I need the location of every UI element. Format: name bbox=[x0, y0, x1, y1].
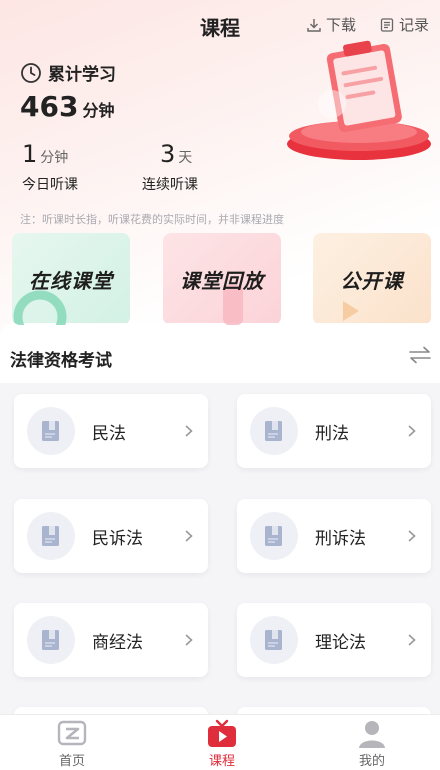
study-total-unit: 分钟 bbox=[82, 101, 115, 120]
subject-icon-wrap bbox=[250, 616, 298, 664]
book-icon bbox=[265, 630, 282, 650]
streak-unit: 天 bbox=[178, 150, 193, 166]
online-class-card[interactable]: 在线课堂 bbox=[12, 233, 130, 325]
subject-name: 理论法 bbox=[315, 632, 366, 653]
subject-criminal-procedure[interactable]: 刑诉法 bbox=[237, 499, 431, 573]
today-listen-stat: 1 分钟 今日听课 bbox=[22, 140, 78, 194]
book-icon bbox=[42, 630, 59, 650]
subject-icon-wrap bbox=[27, 512, 75, 560]
record-button[interactable]: 记录 bbox=[379, 14, 429, 35]
book-icon bbox=[265, 526, 282, 546]
download-icon bbox=[307, 18, 321, 32]
replay-label: 课堂回放 bbox=[180, 268, 264, 293]
course-type-cards: 在线课堂 课堂回放 公开课 bbox=[0, 233, 440, 325]
bottom-tab-bar: 首页 课程 我的 bbox=[0, 714, 440, 770]
streak-value: 3 bbox=[160, 140, 176, 168]
listen-time-note: 注：听课时长指，听课花费的实际时间，并非课程进度 bbox=[20, 213, 284, 226]
subject-icon-wrap bbox=[250, 512, 298, 560]
subject-icon-wrap bbox=[27, 407, 75, 455]
exam-panel: 法律资格考试 民法 刑法 民诉法 刑诉法 商经法 理论法 bbox=[0, 323, 440, 723]
home-logo-icon bbox=[57, 720, 87, 746]
today-value: 1 bbox=[22, 140, 38, 168]
subject-name: 刑法 bbox=[315, 423, 349, 444]
download-button[interactable]: 下载 bbox=[306, 14, 356, 35]
subject-icon-wrap bbox=[27, 616, 75, 664]
study-total: 463 分钟 bbox=[20, 90, 114, 123]
person-icon bbox=[359, 721, 385, 748]
chevron-right-icon bbox=[408, 425, 416, 437]
online-class-label: 在线课堂 bbox=[29, 268, 113, 293]
exam-panel-header: 法律资格考试 bbox=[0, 323, 440, 383]
subject-name: 商经法 bbox=[92, 632, 143, 653]
chevron-right-icon bbox=[408, 530, 416, 542]
chevron-right-icon bbox=[408, 634, 416, 646]
public-class-label: 公开课 bbox=[340, 268, 404, 293]
switch-icon[interactable] bbox=[408, 346, 432, 364]
today-unit: 分钟 bbox=[40, 150, 69, 166]
clipboard-illustration bbox=[287, 40, 431, 160]
tv-icon bbox=[208, 719, 236, 747]
study-total-title: 累计学习 bbox=[20, 60, 116, 85]
subject-icon-wrap bbox=[250, 407, 298, 455]
subject-civil-law[interactable]: 民法 bbox=[14, 394, 208, 468]
tab-home-label: 首页 bbox=[58, 754, 85, 769]
book-icon bbox=[265, 421, 282, 441]
tab-course[interactable]: 课程 bbox=[172, 715, 272, 770]
subject-name: 民法 bbox=[92, 423, 126, 444]
subject-commercial-economic-law[interactable]: 商经法 bbox=[14, 603, 208, 677]
today-label: 今日听课 bbox=[22, 177, 78, 193]
subject-civil-procedure[interactable]: 民诉法 bbox=[14, 499, 208, 573]
study-total-label: 累计学习 bbox=[48, 65, 116, 85]
book-icon bbox=[42, 526, 59, 546]
public-class-card[interactable]: 公开课 bbox=[313, 233, 431, 325]
subject-name: 民诉法 bbox=[92, 528, 143, 549]
replay-card[interactable]: 课堂回放 bbox=[163, 233, 281, 325]
record-icon bbox=[380, 17, 394, 32]
tab-mine[interactable]: 我的 bbox=[322, 715, 422, 770]
study-total-value: 463 bbox=[20, 90, 79, 123]
book-icon bbox=[42, 421, 59, 441]
tab-home[interactable]: 首页 bbox=[22, 715, 122, 770]
chevron-right-icon bbox=[185, 530, 193, 542]
streak-stat: 3 天 连续听课 bbox=[142, 140, 198, 194]
streak-label: 连续听课 bbox=[142, 177, 198, 193]
subject-criminal-law[interactable]: 刑法 bbox=[237, 394, 431, 468]
tab-course-label: 课程 bbox=[208, 754, 235, 769]
clock-icon bbox=[21, 62, 41, 83]
exam-title: 法律资格考试 bbox=[10, 351, 112, 371]
chevron-right-icon bbox=[185, 634, 193, 646]
chevron-right-icon bbox=[185, 425, 193, 437]
subject-theory-law[interactable]: 理论法 bbox=[237, 603, 431, 677]
download-label: 下载 bbox=[326, 16, 357, 34]
tab-mine-label: 我的 bbox=[358, 754, 385, 769]
subject-name: 刑诉法 bbox=[315, 528, 366, 549]
record-label: 记录 bbox=[399, 16, 430, 34]
